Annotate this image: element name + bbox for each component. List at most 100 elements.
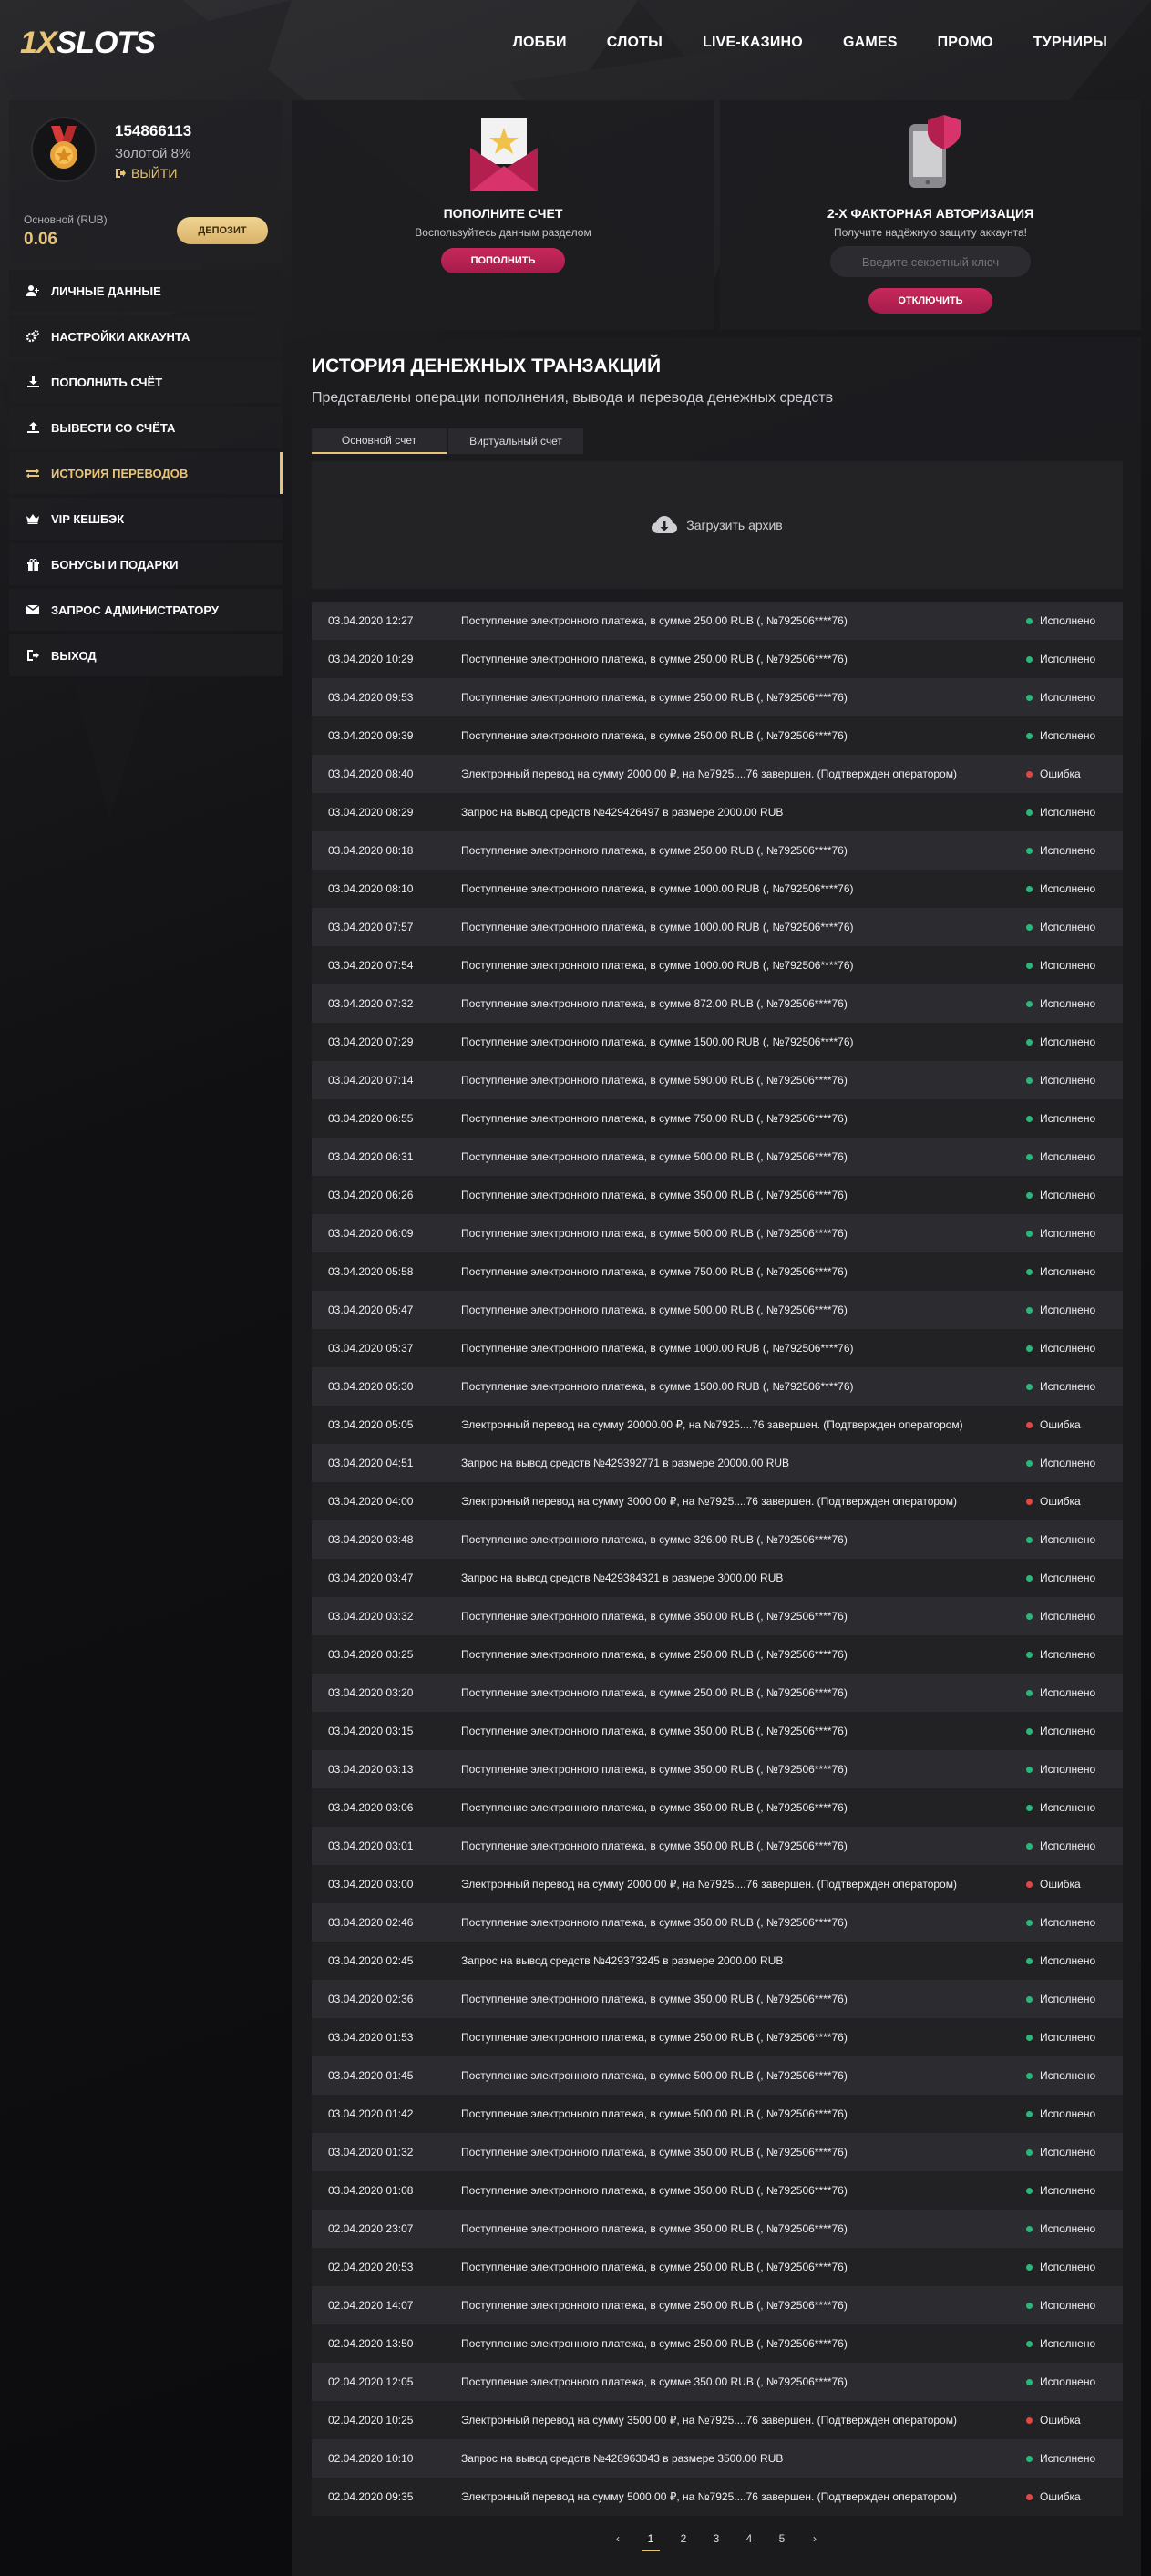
status-dot-icon xyxy=(1026,2110,1033,2117)
status-dot-icon xyxy=(1026,2187,1033,2194)
tx-date: 03.04.2020 03:13 xyxy=(328,1763,414,1776)
tab-main-account[interactable]: Основной счет xyxy=(312,428,447,454)
status-dot-icon xyxy=(1026,1077,1033,1084)
status-badge: Исполнено xyxy=(981,844,1095,857)
table-row: 03.04.2020 02:46 Поступление электронного… xyxy=(312,1903,1123,1942)
status-label: Исполнено xyxy=(1040,1457,1096,1469)
status-label: Ошибка xyxy=(1040,1495,1081,1508)
replenish-button[interactable]: ПОПОЛНИТЬ xyxy=(441,248,565,273)
tx-date: 03.04.2020 03:20 xyxy=(328,1686,414,1699)
tx-date: 02.04.2020 10:10 xyxy=(328,2452,414,2465)
menu-label: ИСТОРИЯ ПЕРЕВОДОВ xyxy=(51,466,189,480)
status-dot-icon xyxy=(1026,2034,1033,2041)
tx-date: 03.04.2020 03:06 xyxy=(328,1801,414,1814)
menu-account-settings[interactable]: НАСТРОЙКИ АККАУНТА xyxy=(9,315,283,357)
tx-date: 03.04.2020 08:10 xyxy=(328,882,414,895)
status-badge: Исполнено xyxy=(981,2261,1095,2273)
tx-date: 02.04.2020 23:07 xyxy=(328,2222,414,2235)
nav-lobby[interactable]: ЛОББИ xyxy=(513,35,567,51)
nav-live-casino[interactable]: LIVE-КАЗИНО xyxy=(703,35,803,51)
tx-date: 03.04.2020 03:48 xyxy=(328,1533,414,1546)
upload-archive-button[interactable]: Загрузить архив xyxy=(312,461,1123,589)
status-dot-icon xyxy=(1026,1995,1033,2003)
tx-description: Электронный перевод на сумму 5000.00 ₽, … xyxy=(461,2489,957,2503)
status-label: Исполнено xyxy=(1040,1150,1096,1163)
status-dot-icon xyxy=(1026,1727,1033,1735)
menu-personal-data[interactable]: ЛИЧНЫЕ ДАННЫЕ xyxy=(9,270,283,312)
menu-label: ЛИЧНЫЕ ДАННЫЕ xyxy=(51,283,161,298)
status-label: Ошибка xyxy=(1040,2490,1081,2503)
status-label: Исполнено xyxy=(1040,2299,1096,2312)
menu-transfer-history[interactable]: ИСТОРИЯ ПЕРЕВОДОВ xyxy=(9,452,283,494)
pagination-page-3[interactable]: 3 xyxy=(700,2528,733,2550)
status-badge: Исполнено xyxy=(981,2299,1095,2312)
menu-withdraw[interactable]: ВЫВЕСТИ СО СЧЁТА xyxy=(9,407,283,448)
status-label: Исполнено xyxy=(1040,2107,1096,2120)
nav-promo[interactable]: ПРОМО xyxy=(938,35,993,51)
status-badge: Исполнено xyxy=(981,1993,1095,2005)
table-row: 02.04.2020 12:05 Поступление электронного… xyxy=(312,2363,1123,2401)
menu-exit[interactable]: ВЫХОД xyxy=(9,634,283,676)
tx-date: 03.04.2020 06:26 xyxy=(328,1189,414,1201)
menu-label: ЗАПРОС АДМИНИСТРАТОРУ xyxy=(51,603,219,617)
tx-description: Поступление электронного платежа, в сумм… xyxy=(461,652,848,665)
pagination-page-5[interactable]: 5 xyxy=(766,2528,798,2550)
status-dot-icon xyxy=(1026,2455,1033,2462)
status-dot-icon xyxy=(1026,1957,1033,1964)
menu-bonuses[interactable]: БОНУСЫ И ПОДАРКИ xyxy=(9,543,283,585)
pagination-next[interactable]: › xyxy=(798,2528,831,2550)
tab-virtual-account[interactable]: Виртуальный счет xyxy=(448,428,583,454)
status-dot-icon xyxy=(1026,2340,1033,2347)
tx-date: 02.04.2020 13:50 xyxy=(328,2337,414,2350)
status-badge: Исполнено xyxy=(981,2031,1095,2044)
tx-date: 03.04.2020 06:55 xyxy=(328,1112,414,1125)
status-label: Исполнено xyxy=(1040,1227,1096,1240)
tx-description: Поступление электронного платежа, в сумм… xyxy=(461,1149,848,1163)
status-badge: Исполнено xyxy=(981,2375,1095,2388)
table-row: 03.04.2020 01:53 Поступление электронного… xyxy=(312,2018,1123,2056)
tx-date: 03.04.2020 07:14 xyxy=(328,1074,414,1087)
tx-date: 03.04.2020 08:18 xyxy=(328,844,414,857)
status-badge: Исполнено xyxy=(981,653,1095,665)
menu-admin-request[interactable]: ЗАПРОС АДМИНИСТРАТОРУ xyxy=(9,589,283,631)
envelope-star-icon xyxy=(470,118,538,191)
pagination-page-4[interactable]: 4 xyxy=(733,2528,766,2550)
status-dot-icon xyxy=(1026,694,1033,701)
tx-description: Поступление электронного платежа, в сумм… xyxy=(461,1188,848,1201)
nav-games[interactable]: GAMES xyxy=(843,35,898,51)
menu-deposit[interactable]: ПОПОЛНИТЬ СЧЁТ xyxy=(9,361,283,403)
status-dot-icon xyxy=(1026,770,1033,778)
status-badge: Исполнено xyxy=(981,1610,1095,1623)
tx-date: 03.04.2020 05:37 xyxy=(328,1342,414,1355)
disable-twofa-button[interactable]: ОТКЛЮЧИТЬ xyxy=(868,288,992,314)
site-logo[interactable]: 1XSLOTS xyxy=(20,26,156,61)
pagination-prev[interactable]: ‹ xyxy=(601,2528,634,2550)
deposit-button[interactable]: ДЕПОЗИТ xyxy=(177,217,268,244)
table-row: 03.04.2020 07:32 Поступление электронного… xyxy=(312,984,1123,1023)
status-label: Ошибка xyxy=(1040,2414,1081,2427)
nav-slots[interactable]: СЛОТЫ xyxy=(607,35,663,51)
status-dot-icon xyxy=(1026,1766,1033,1773)
table-row: 03.04.2020 06:26 Поступление электронного… xyxy=(312,1176,1123,1214)
tx-date: 03.04.2020 05:47 xyxy=(328,1303,414,1316)
nav-tournaments[interactable]: ТУРНИРЫ xyxy=(1033,35,1107,51)
status-label: Ошибка xyxy=(1040,768,1081,780)
tx-date: 03.04.2020 03:00 xyxy=(328,1878,414,1891)
logout-link[interactable]: ВЫЙТИ xyxy=(115,166,177,180)
status-badge: Исполнено xyxy=(981,1571,1095,1584)
table-row: 03.04.2020 05:37 Поступление электронного… xyxy=(312,1329,1123,1367)
secret-key-input[interactable] xyxy=(830,246,1031,277)
tx-description: Запрос на вывод средств №428963043 в раз… xyxy=(461,2451,784,2465)
status-dot-icon xyxy=(1026,2263,1033,2271)
logout-label: ВЫЙТИ xyxy=(131,166,178,180)
tx-date: 03.04.2020 07:29 xyxy=(328,1036,414,1048)
pagination-page-1[interactable]: 1 xyxy=(634,2528,667,2551)
menu-vip-cashback[interactable]: VIP КЕШБЭК xyxy=(9,498,283,540)
upload-archive-label: Загрузить архив xyxy=(686,518,783,532)
table-row: 03.04.2020 04:51 Запрос на вывод средств … xyxy=(312,1444,1123,1482)
status-label: Исполнено xyxy=(1040,2031,1096,2044)
tx-description: Поступление электронного платежа, в сумм… xyxy=(461,2107,848,2120)
tx-date: 03.04.2020 07:32 xyxy=(328,997,414,1010)
pagination-page-2[interactable]: 2 xyxy=(667,2528,700,2550)
upload-icon xyxy=(26,422,40,433)
